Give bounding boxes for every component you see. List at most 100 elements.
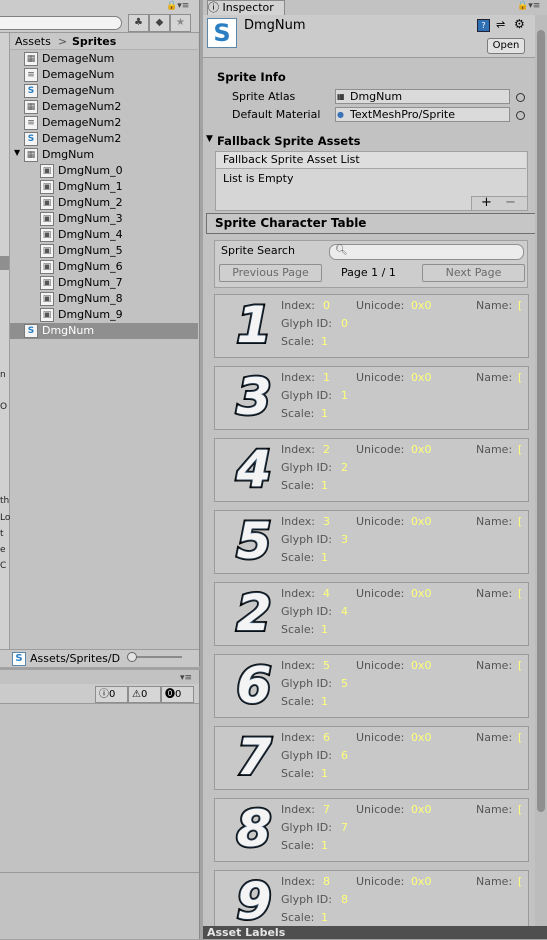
asset-list-item[interactable]: ▣ DmgNum_6 [10, 259, 198, 275]
asset-list-item[interactable]: ▣ DmgNum_3 [10, 211, 198, 227]
index-value: 6 [323, 731, 330, 744]
asset-list-item[interactable]: ▣ DmgNum_4 [10, 227, 198, 243]
asset-list-item[interactable]: S DemageNum2 [10, 131, 198, 147]
sprite-character-table-heading[interactable]: Sprite Character Table [206, 213, 536, 234]
asset-list-item[interactable]: ▼ ▦ DmgNum [10, 147, 198, 163]
filter-by-type-icon[interactable]: ♣ [128, 14, 149, 32]
asset-list-item[interactable]: ▦ DemageNum2 [10, 99, 198, 115]
sprite-atlas-label: Sprite Atlas [232, 90, 296, 103]
default-material-field[interactable]: ● TextMeshPro/Sprite [335, 107, 510, 122]
scale-label: Scale: [281, 767, 315, 780]
tab-inspector[interactable]: ⓘ Inspector [207, 0, 285, 15]
scale-label: Scale: [281, 695, 315, 708]
asset-list-item[interactable]: ▣ DmgNum_0 [10, 163, 198, 179]
sprite-character-card[interactable]: 3 Index: 1 Unicode: 0x0 Name: [Glyph ID: 1 Scale… [214, 366, 529, 430]
asset-labels-bar[interactable]: Asset Labels [203, 926, 547, 939]
breadcrumb-assets[interactable]: Assets [15, 35, 51, 48]
breadcrumb-sprites[interactable]: Sprites [72, 35, 116, 48]
asset-list-item[interactable]: ▣ DmgNum_7 [10, 275, 198, 291]
console-info-toggle[interactable]: ⓘ0 [95, 686, 128, 703]
name-label: Name: [476, 371, 513, 384]
sprite-character-card[interactable]: 4 Index: 2 Unicode: 0x0 Name: [Glyph ID: 2 Scale… [214, 438, 529, 502]
console-error-toggle[interactable]: ⓿0 [161, 686, 194, 703]
object-picker-icon[interactable] [516, 93, 525, 102]
remove-item-button[interactable]: − [505, 195, 516, 210]
scale-label: Scale: [281, 479, 315, 492]
glyph-id-label: Glyph ID: [281, 605, 332, 618]
asset-list-item[interactable]: ▦ DemageNum [10, 51, 198, 67]
asset-list-item[interactable]: ▣ DmgNum_9 [10, 307, 198, 323]
help-icon[interactable]: ? [477, 19, 490, 32]
name-label: Name: [476, 659, 513, 672]
presets-icon[interactable]: ⇌ [496, 18, 505, 31]
sprite-character-card[interactable]: 5 Index: 3 Unicode: 0x0 Name: [Glyph ID: 3 Scale… [214, 510, 529, 574]
sprite-asset-icon: S [207, 18, 237, 48]
unicode-value: 0x0 [411, 371, 432, 384]
project-search-input[interactable] [0, 16, 122, 30]
favorites-star-icon[interactable]: ★ [170, 14, 191, 32]
panel-lock-icon[interactable]: 🔒▾≡ [166, 1, 189, 11]
name-value: [ [518, 299, 523, 312]
asset-list-item[interactable]: ▣ DmgNum_1 [10, 179, 198, 195]
texture-icon: ▦ [337, 92, 345, 101]
asset-list-item-label: DmgNum_6 [58, 260, 123, 273]
asset-list-item[interactable]: ≡ DemageNum2 [10, 115, 198, 131]
asset-list-item-label: DemageNum [42, 68, 115, 81]
scale-value: 1 [321, 767, 328, 780]
glyph-id-value: 5 [341, 677, 348, 690]
index-value: 0 [323, 299, 330, 312]
sprite-character-card[interactable]: 2 Index: 4 Unicode: 0x0 Name: [Glyph ID: 4 Scale… [214, 582, 529, 646]
sprite-character-card[interactable]: 7 Index: 6 Unicode: 0x0 Name: [Glyph ID: 6 Scale… [214, 726, 529, 790]
sprite-glyph-preview: 8 [235, 799, 274, 859]
next-page-button[interactable]: Next Page [422, 264, 525, 282]
name-value: [ [518, 587, 523, 600]
glyph-id-value: 3 [341, 533, 348, 546]
document-icon: ≡ [24, 116, 38, 130]
console-warning-toggle[interactable]: ⚠0 [128, 686, 161, 703]
scale-label: Scale: [281, 335, 315, 348]
index-label: Index: [281, 875, 315, 888]
sprite-character-card[interactable]: 6 Index: 5 Unicode: 0x0 Name: [Glyph ID: 5 Scale… [214, 654, 529, 718]
sprite-icon: ▣ [40, 180, 54, 194]
asset-list-item[interactable]: ▣ DmgNum_5 [10, 243, 198, 259]
asset-list-item-label: DmgNum_3 [58, 212, 123, 225]
inspector-lock-icon[interactable]: 🔒▾≡ [517, 1, 540, 11]
sprite-search-input[interactable]: 🔍︎ [329, 244, 524, 260]
index-label: Index: [281, 731, 315, 744]
unicode-label: Unicode: [356, 731, 405, 744]
clipped-folder-label: e [0, 545, 6, 555]
asset-list-item[interactable]: S DemageNum [10, 83, 198, 99]
asset-list-item[interactable]: ▣ DmgNum_8 [10, 291, 198, 307]
index-label: Index: [281, 299, 315, 312]
asset-list-item[interactable]: ≡ DemageNum [10, 67, 198, 83]
console-menu-icon[interactable]: ▾≡ [180, 673, 192, 683]
inspector-scrollbar-thumb[interactable] [537, 30, 545, 812]
filter-by-label-icon[interactable]: ◆ [149, 14, 170, 32]
unicode-value: 0x0 [411, 515, 432, 528]
add-item-button[interactable]: + [481, 195, 492, 210]
sprite-atlas-field[interactable]: ▦ DmgNum [335, 89, 510, 104]
open-button[interactable]: Open [487, 38, 525, 54]
foldout-arrow-icon[interactable]: ▼ [206, 134, 213, 144]
object-picker-icon[interactable] [516, 111, 525, 120]
asset-list-item-label: DmgNum_8 [58, 292, 123, 305]
search-icon: 🔍︎ [335, 245, 348, 256]
sprite-character-card[interactable]: 1 Index: 0 Unicode: 0x0 Name: [Glyph ID: 0 Scale… [214, 294, 529, 358]
asset-list-item[interactable]: ▣ DmgNum_2 [10, 195, 198, 211]
clipped-folder-label: Lo [0, 513, 11, 523]
sprite-character-card[interactable]: 8 Index: 7 Unicode: 0x0 Name: [Glyph ID: 7 Scale… [214, 798, 529, 862]
icon-size-slider-knob[interactable] [127, 652, 137, 662]
unicode-value: 0x0 [411, 803, 432, 816]
sprite-asset-icon: S [24, 324, 38, 338]
sprite-character-card[interactable]: 9 Index: 8 Unicode: 0x0 Name: [Glyph ID: 8 Scale… [214, 870, 529, 934]
glyph-id-value: 0 [341, 317, 348, 330]
gear-icon[interactable]: ⚙ [514, 17, 525, 31]
glyph-id-label: Glyph ID: [281, 389, 332, 402]
asset-list-item[interactable]: S DmgNum [10, 323, 198, 339]
asset-list-item-label: DemageNum2 [42, 116, 122, 129]
foldout-arrow-icon[interactable]: ▼ [14, 148, 20, 157]
folder-tree-selection[interactable] [0, 256, 9, 270]
previous-page-button[interactable]: Previous Page [219, 264, 322, 282]
fallback-heading[interactable]: Fallback Sprite Assets [217, 134, 360, 148]
glyph-id-label: Glyph ID: [281, 749, 332, 762]
